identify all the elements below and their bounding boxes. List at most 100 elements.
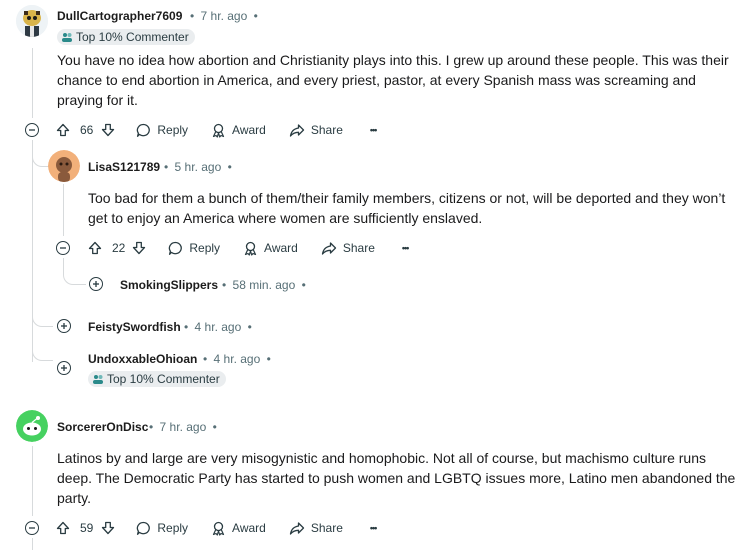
thread-line [32, 538, 33, 550]
comment-actions: 22 Reply Award Share ••• [88, 238, 410, 258]
comment-meta: • 4 hr. ago • [203, 352, 271, 366]
reply-button[interactable]: Reply [136, 123, 188, 138]
comment-author[interactable]: UndoxxableOhioan [88, 352, 197, 366]
separator: • [164, 160, 169, 174]
comment-time[interactable]: 4 hr. ago [214, 352, 261, 366]
share-label: Share [310, 521, 343, 535]
more-options-button[interactable]: ••• [370, 523, 378, 533]
separator: • [222, 278, 227, 292]
vote-count: 22 [112, 241, 126, 255]
share-icon [321, 241, 336, 255]
vote-count: 59 [80, 521, 94, 535]
comment-actions: 66 Reply Award Share ••• [56, 120, 378, 140]
comment-time[interactable]: 7 hr. ago [201, 9, 248, 23]
comment-meta: • 7 hr. ago • [190, 9, 258, 23]
separator: • [190, 9, 195, 23]
comment-body: You have no idea how abortion and Christ… [57, 52, 729, 108]
share-icon [289, 123, 304, 137]
award-icon [212, 521, 225, 536]
thread-branch [63, 258, 86, 285]
upvote-button[interactable] [56, 521, 70, 535]
expand-button[interactable] [57, 319, 71, 333]
comment-author[interactable]: LisaS121789 [88, 160, 160, 174]
downvote-button[interactable] [101, 521, 115, 535]
plus-icon [61, 323, 67, 329]
crowd-icon [93, 375, 103, 384]
expand-button[interactable] [57, 361, 71, 375]
comment-body: Too bad for them a bunch of them/their f… [88, 190, 726, 226]
separator: • [203, 352, 208, 366]
minus-icon [60, 247, 66, 249]
collapse-button[interactable] [25, 521, 39, 535]
award-label: Award [264, 241, 298, 255]
reply-icon [169, 241, 183, 255]
upvote-icon [88, 241, 102, 255]
thread-line [32, 446, 33, 516]
collapse-button[interactable] [25, 123, 39, 137]
vote-count: 66 [80, 123, 94, 137]
reply-button[interactable]: Reply [136, 521, 188, 536]
downvote-icon [102, 123, 115, 137]
reply-icon [137, 521, 151, 535]
minus-icon [29, 527, 35, 529]
thread-branch [32, 346, 53, 361]
separator: • [253, 9, 258, 23]
thread-branch [32, 310, 53, 327]
reply-label: Reply [189, 241, 221, 255]
comment-author[interactable]: SorcererOnDisc [57, 420, 148, 434]
award-button[interactable]: Award [211, 123, 266, 138]
avatar[interactable] [16, 410, 48, 442]
more-options-button[interactable]: ••• [370, 125, 378, 135]
award-button[interactable]: Award [243, 241, 298, 256]
comment-author[interactable]: SmokingSlippers [120, 278, 218, 292]
comment-author[interactable]: FeistySwordfish [88, 320, 181, 334]
more-options-button[interactable]: ••• [402, 243, 410, 253]
top-commenter-badge: Top 10% Commenter [57, 29, 195, 45]
collapse-button[interactable] [56, 241, 70, 255]
downvote-button[interactable] [132, 241, 146, 255]
separator: • [227, 160, 232, 174]
award-button[interactable]: Award [211, 521, 266, 536]
expand-button[interactable] [89, 277, 103, 291]
share-icon [289, 521, 304, 535]
comment-meta: • 7 hr. ago • [149, 420, 217, 434]
separator: • [149, 420, 154, 434]
share-button[interactable]: Share [289, 521, 343, 536]
comment-author[interactable]: DullCartographer7609 [57, 9, 182, 23]
award-icon [212, 123, 225, 138]
award-icon [244, 241, 257, 256]
avatar[interactable] [48, 150, 80, 182]
downvote-icon [102, 521, 115, 535]
avatar[interactable] [16, 5, 48, 37]
reply-label: Reply [157, 123, 189, 137]
plus-icon [61, 365, 67, 371]
comment-time[interactable]: 7 hr. ago [160, 420, 207, 434]
downvote-button[interactable] [101, 123, 115, 137]
share-label: Share [342, 241, 375, 255]
minus-icon [29, 129, 35, 131]
share-button[interactable]: Share [289, 123, 343, 138]
comment-time[interactable]: 5 hr. ago [175, 160, 222, 174]
award-label: Award [232, 521, 266, 535]
badge-label: Top 10% Commenter [107, 372, 220, 386]
comment-body: Latinos by and large are very misogynist… [57, 450, 736, 506]
comment-time[interactable]: 58 min. ago [233, 278, 296, 292]
thread-line [32, 48, 33, 118]
comment-meta: • 4 hr. ago • [184, 320, 252, 334]
share-button[interactable]: Share [321, 241, 375, 256]
separator: • [184, 320, 189, 334]
upvote-button[interactable] [56, 123, 70, 137]
top-commenter-badge: Top 10% Commenter [88, 371, 226, 387]
thread-line [63, 184, 64, 236]
comment-meta: • 58 min. ago • [222, 278, 306, 292]
upvote-icon [56, 521, 70, 535]
comment-time[interactable]: 4 hr. ago [195, 320, 242, 334]
upvote-icon [56, 123, 70, 137]
reply-label: Reply [157, 521, 189, 535]
plus-icon [93, 281, 99, 287]
reply-button[interactable]: Reply [168, 241, 220, 256]
comment-meta: • 5 hr. ago • [164, 160, 232, 174]
separator: • [212, 420, 217, 434]
comment-actions: 59 Reply Award Share ••• [56, 518, 378, 538]
upvote-button[interactable] [88, 241, 102, 255]
